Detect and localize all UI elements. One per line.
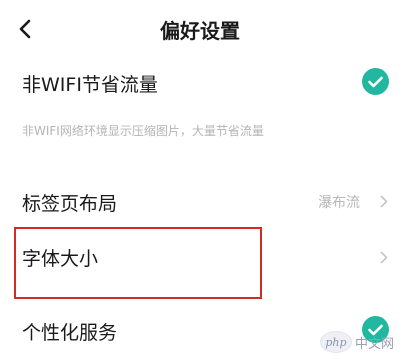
row-data-saver[interactable]: 非WIFI节省流量 非WIFI网络环境显示压缩图片，大量节省流量 [0, 60, 400, 150]
row-tab-layout[interactable]: 标签页布局 瀑布流 [0, 180, 400, 224]
font-size-title: 字体大小 [22, 248, 99, 270]
tab-layout-title: 标签页布局 [22, 193, 118, 215]
header-bar: 偏好设置 [0, 0, 400, 56]
checkmark-icon [368, 76, 383, 87]
watermark: php 中文网 [319, 331, 394, 353]
watermark-logo: php [319, 331, 352, 353]
chevron-right-icon [379, 250, 389, 264]
data-saver-title: 非WIFI节省流量 [22, 74, 158, 96]
chevron-right-icon [379, 194, 389, 208]
row-font-size[interactable]: 字体大小 [0, 235, 400, 285]
tab-layout-value: 瀑布流 [318, 195, 360, 211]
preferences-screen: 偏好设置 非WIFI节省流量 非WIFI网络环境显示压缩图片，大量节省流量 标签… [0, 0, 400, 361]
personalization-title: 个性化服务 [22, 322, 118, 344]
watermark-text: 中文网 [354, 336, 394, 352]
data-saver-toggle[interactable] [362, 68, 389, 95]
data-saver-description: 非WIFI网络环境显示压缩图片，大量节省流量 [22, 124, 264, 138]
page-title: 偏好设置 [160, 19, 240, 43]
